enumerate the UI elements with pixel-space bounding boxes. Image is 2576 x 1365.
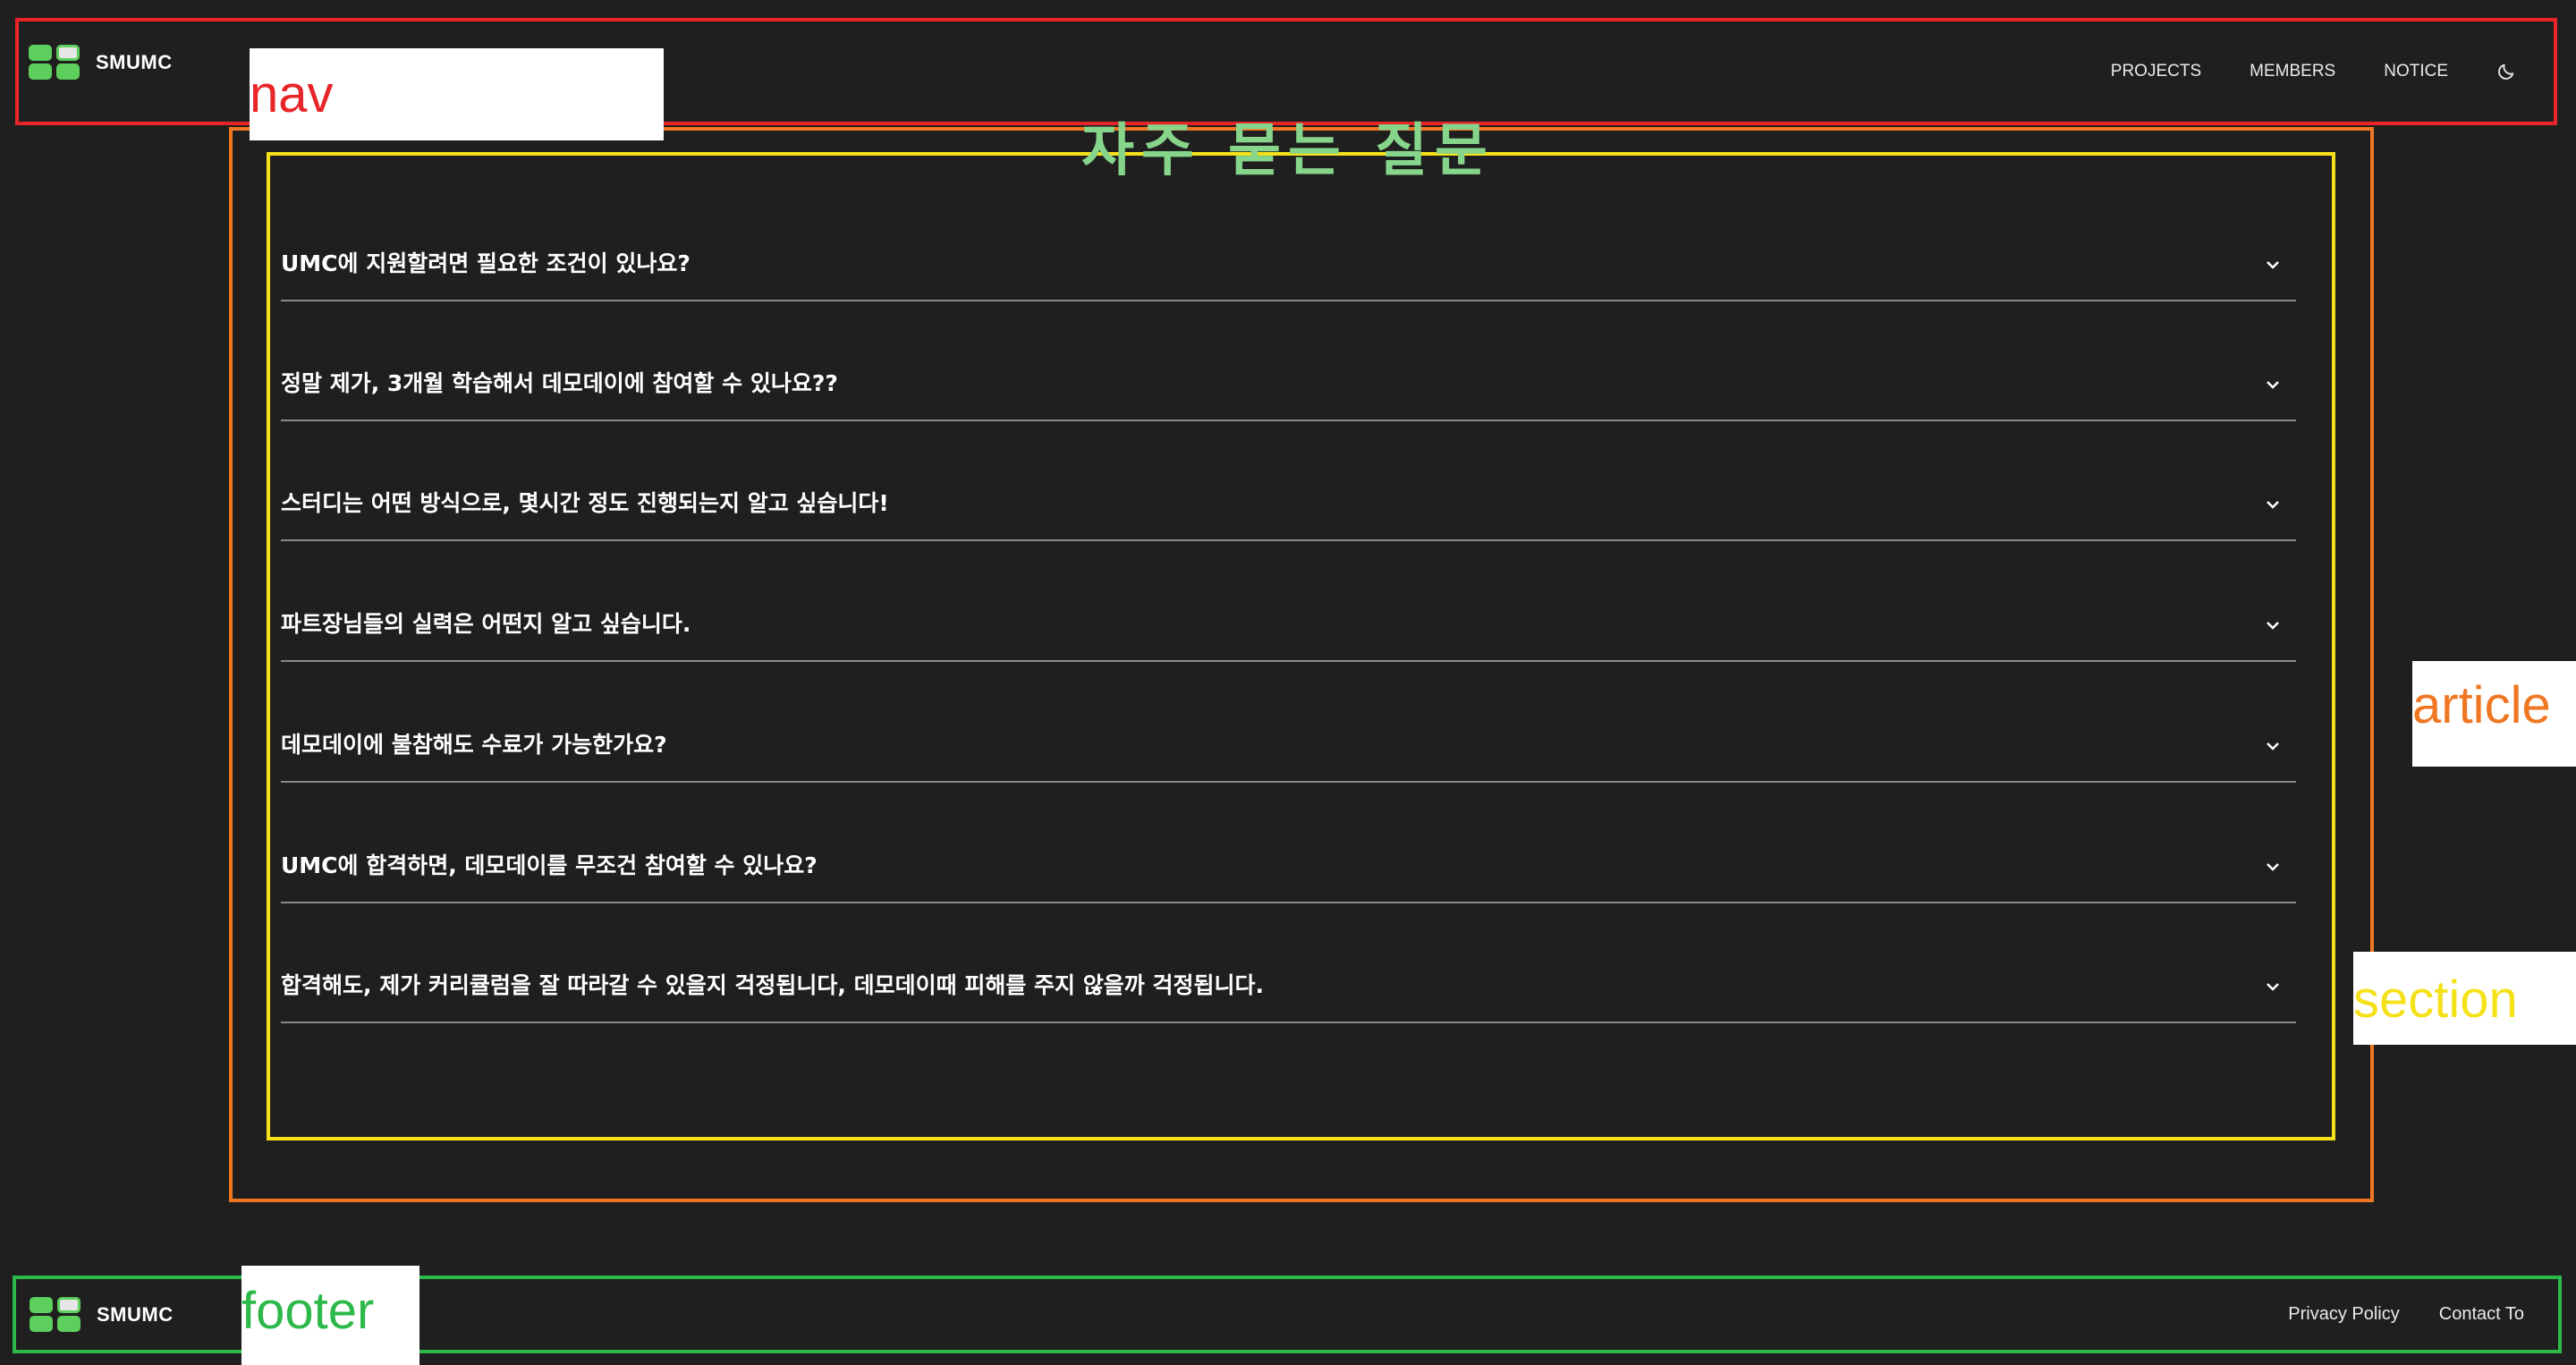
faq-question: UMC에 합격하면, 데모데이를 무조건 참여할 수 있나요? [281, 852, 818, 878]
nav-logo[interactable]: SMUMC [29, 45, 173, 81]
chevron-down-icon [2267, 501, 2279, 509]
faq-item[interactable]: 데모데이에 불참해도 수료가 가능한가요? [281, 663, 2296, 783]
faq-item[interactable]: UMC에 합격하면, 데모데이를 무조건 참여할 수 있나요? [281, 784, 2296, 903]
tag-label-section: section [2353, 952, 2576, 1045]
chevron-down-icon [2267, 622, 2279, 630]
nav-link-projects[interactable]: PROJECTS [2111, 62, 2201, 81]
chevron-down-icon [2267, 261, 2279, 269]
tag-label-nav: nav [250, 48, 664, 140]
footer-link-contact[interactable]: Contact To [2439, 1304, 2524, 1325]
chevron-down-icon [2267, 863, 2279, 871]
tag-label-footer: footer [242, 1266, 419, 1365]
chevron-down-icon [2267, 742, 2279, 750]
footer-logo[interactable]: SMUMC [30, 1297, 174, 1333]
nav-link-members[interactable]: MEMBERS [2250, 62, 2335, 81]
faq-item[interactable]: 파트장님들의 실력은 어떤지 알고 싶습니다. [281, 542, 2296, 662]
faq-question: 데모데이에 불참해도 수료가 가능한가요? [281, 732, 667, 758]
faq-item[interactable]: 정말 제가, 3개월 학습해서 데모데이에 참여할 수 있나요?? [281, 301, 2296, 421]
faq-question: UMC에 지원할려면 필요한 조건이 있나요? [281, 250, 691, 276]
chevron-down-icon [2267, 381, 2279, 389]
faq-question: 합격해도, 제가 커리큘럼을 잘 따라갈 수 있을지 걱정됩니다, 데모데이때 … [281, 972, 1264, 998]
faq-item[interactable]: 스터디는 어떤 방식으로, 몇시간 정도 진행되는지 알고 싶습니다! [281, 421, 2296, 541]
chevron-down-icon [2267, 983, 2279, 991]
faq-question: 스터디는 어떤 방식으로, 몇시간 정도 진행되는지 알고 싶습니다! [281, 490, 889, 516]
faq-item[interactable]: 합격해도, 제가 커리큘럼을 잘 따라갈 수 있을지 걱정됩니다, 데모데이때 … [281, 903, 2296, 1023]
faq-item[interactable]: UMC에 지원할려면 필요한 조건이 있나요? [281, 182, 2296, 301]
tag-label-article: article [2412, 661, 2576, 767]
footer-link-privacy[interactable]: Privacy Policy [2288, 1304, 2399, 1325]
faq-question: 정말 제가, 3개월 학습해서 데모데이에 참여할 수 있나요?? [281, 370, 838, 396]
footer-links: Privacy Policy Contact To [2288, 1279, 2524, 1350]
nav-link-notice[interactable]: NOTICE [2384, 62, 2448, 81]
faq-question: 파트장님들의 실력은 어떤지 알고 싶습니다. [281, 611, 691, 637]
footer-brand: SMUMC [97, 1303, 174, 1326]
nav-brand: SMUMC [96, 51, 173, 73]
logo-icon [30, 1297, 81, 1333]
moon-icon[interactable] [2496, 62, 2516, 81]
logo-icon [29, 45, 80, 81]
